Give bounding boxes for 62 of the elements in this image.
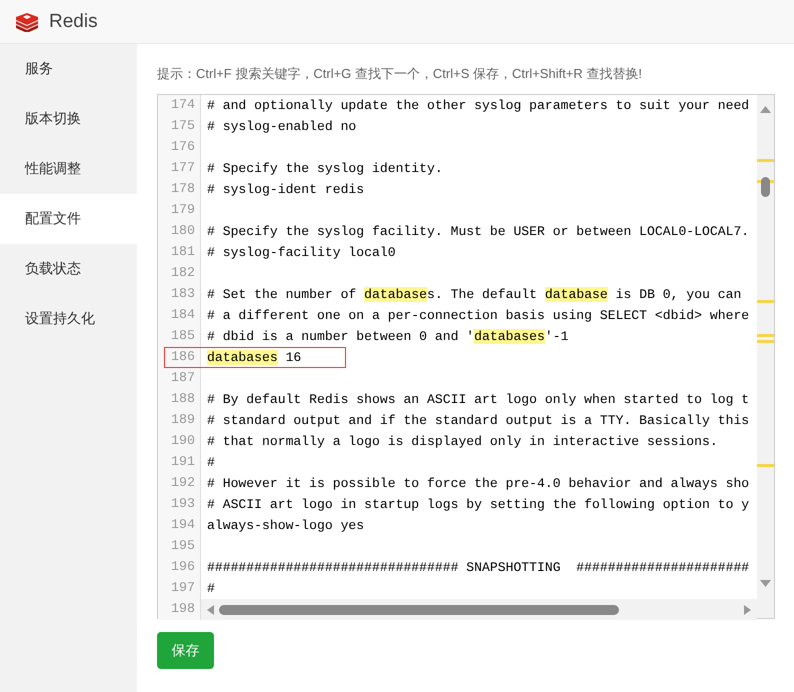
code-line: always-show-logo yes bbox=[206, 517, 366, 535]
code-line: # bbox=[206, 580, 216, 598]
scrollbar-thumb[interactable] bbox=[219, 604, 619, 614]
code-editor[interactable] bbox=[157, 94, 775, 619]
line-number: 193 bbox=[158, 494, 201, 515]
code-line: # a different one on a per-connection basis using SELECT <dbid> where bbox=[206, 307, 750, 325]
code-line: # and optionally update the other syslog parameters to suit your need bbox=[206, 97, 750, 115]
scrollbar-thumb[interactable] bbox=[761, 177, 770, 197]
line-number: 176 bbox=[158, 137, 201, 158]
sidebar-item[interactable]: 负载状态 bbox=[0, 244, 137, 294]
code-line: databases 16 bbox=[206, 349, 302, 367]
line-number: 194 bbox=[158, 515, 201, 536]
logo-icon bbox=[15, 12, 39, 32]
sidebar-item[interactable]: 设置持久化 bbox=[0, 294, 137, 344]
code-line: # ASCII art logo in startup logs by setting the following option to y bbox=[206, 496, 750, 514]
line-number: 187 bbox=[158, 368, 201, 389]
app-title: Redis bbox=[49, 10, 98, 32]
code-line: ################################ SNAPSHOTTING ###################### bbox=[206, 559, 750, 577]
line-number: 185 bbox=[158, 326, 201, 347]
code-line: # Set the number of databases. The default database is DB 0, you can bbox=[206, 286, 742, 304]
code-line: # bbox=[206, 454, 216, 472]
code-line: # Specify the syslog facility. Must be USER or between LOCAL0-LOCAL7. bbox=[206, 223, 750, 241]
line-number: 175 bbox=[158, 116, 201, 137]
line-number: 174 bbox=[158, 95, 201, 116]
sidebar-item[interactable]: 配置文件 bbox=[0, 194, 137, 244]
sidebar-item[interactable]: 服务 bbox=[0, 44, 137, 94]
code-line: # syslog-enabled no bbox=[206, 118, 358, 136]
down-arrow-icon[interactable] bbox=[760, 580, 771, 587]
hint-text: 提示：Ctrl+F 搜索关键字，Ctrl+G 查找下一个，Ctrl+S 保存，Ctrl+Shift+R 查找替换! bbox=[157, 65, 644, 83]
line-number: 180 bbox=[158, 221, 201, 242]
line-number: 197 bbox=[158, 578, 201, 599]
line-number: 192 bbox=[158, 473, 201, 494]
line-number: 181 bbox=[158, 242, 201, 263]
left-arrow-icon[interactable] bbox=[207, 604, 215, 614]
line-number: 183 bbox=[158, 284, 201, 305]
line-number: 179 bbox=[158, 200, 201, 221]
line-number: 189 bbox=[158, 410, 201, 431]
right-arrow-icon[interactable] bbox=[743, 604, 751, 614]
line-number: 190 bbox=[158, 431, 201, 452]
horizontal-scrollbar[interactable] bbox=[201, 599, 757, 620]
line-number: 186 bbox=[158, 347, 201, 368]
code-line: # that normally a logo is displayed only in interactive sessions. bbox=[206, 433, 719, 451]
code-line: # dbid is a number between 0 and 'databases'-1 bbox=[206, 328, 570, 346]
line-number: 184 bbox=[158, 305, 201, 326]
code-line: # standard output and if the standard output is a TTY. Basically this bbox=[206, 412, 750, 430]
code-line: # Specify the syslog identity. bbox=[206, 160, 444, 178]
code-line: # However it is possible to force the pre-4.0 behavior and always sho bbox=[206, 475, 750, 493]
code-line: # By default Redis shows an ASCII art logo only when started to log t bbox=[206, 391, 750, 409]
sidebar-item[interactable]: 版本切换 bbox=[0, 94, 137, 144]
line-number: 191 bbox=[158, 452, 201, 473]
line-number: 195 bbox=[158, 536, 201, 557]
line-number: 178 bbox=[158, 179, 201, 200]
line-number: 196 bbox=[158, 557, 201, 578]
code-line: # syslog-facility local0 bbox=[206, 244, 397, 262]
line-number: 198 bbox=[158, 599, 201, 620]
line-number: 188 bbox=[158, 389, 201, 410]
sidebar-item[interactable]: 性能调整 bbox=[0, 144, 137, 194]
up-arrow-icon[interactable] bbox=[760, 106, 771, 113]
vertical-scrollbar[interactable] bbox=[757, 95, 774, 618]
code-line: # syslog-ident redis bbox=[206, 181, 366, 199]
line-number: 177 bbox=[158, 158, 201, 179]
line-number: 182 bbox=[158, 263, 201, 284]
